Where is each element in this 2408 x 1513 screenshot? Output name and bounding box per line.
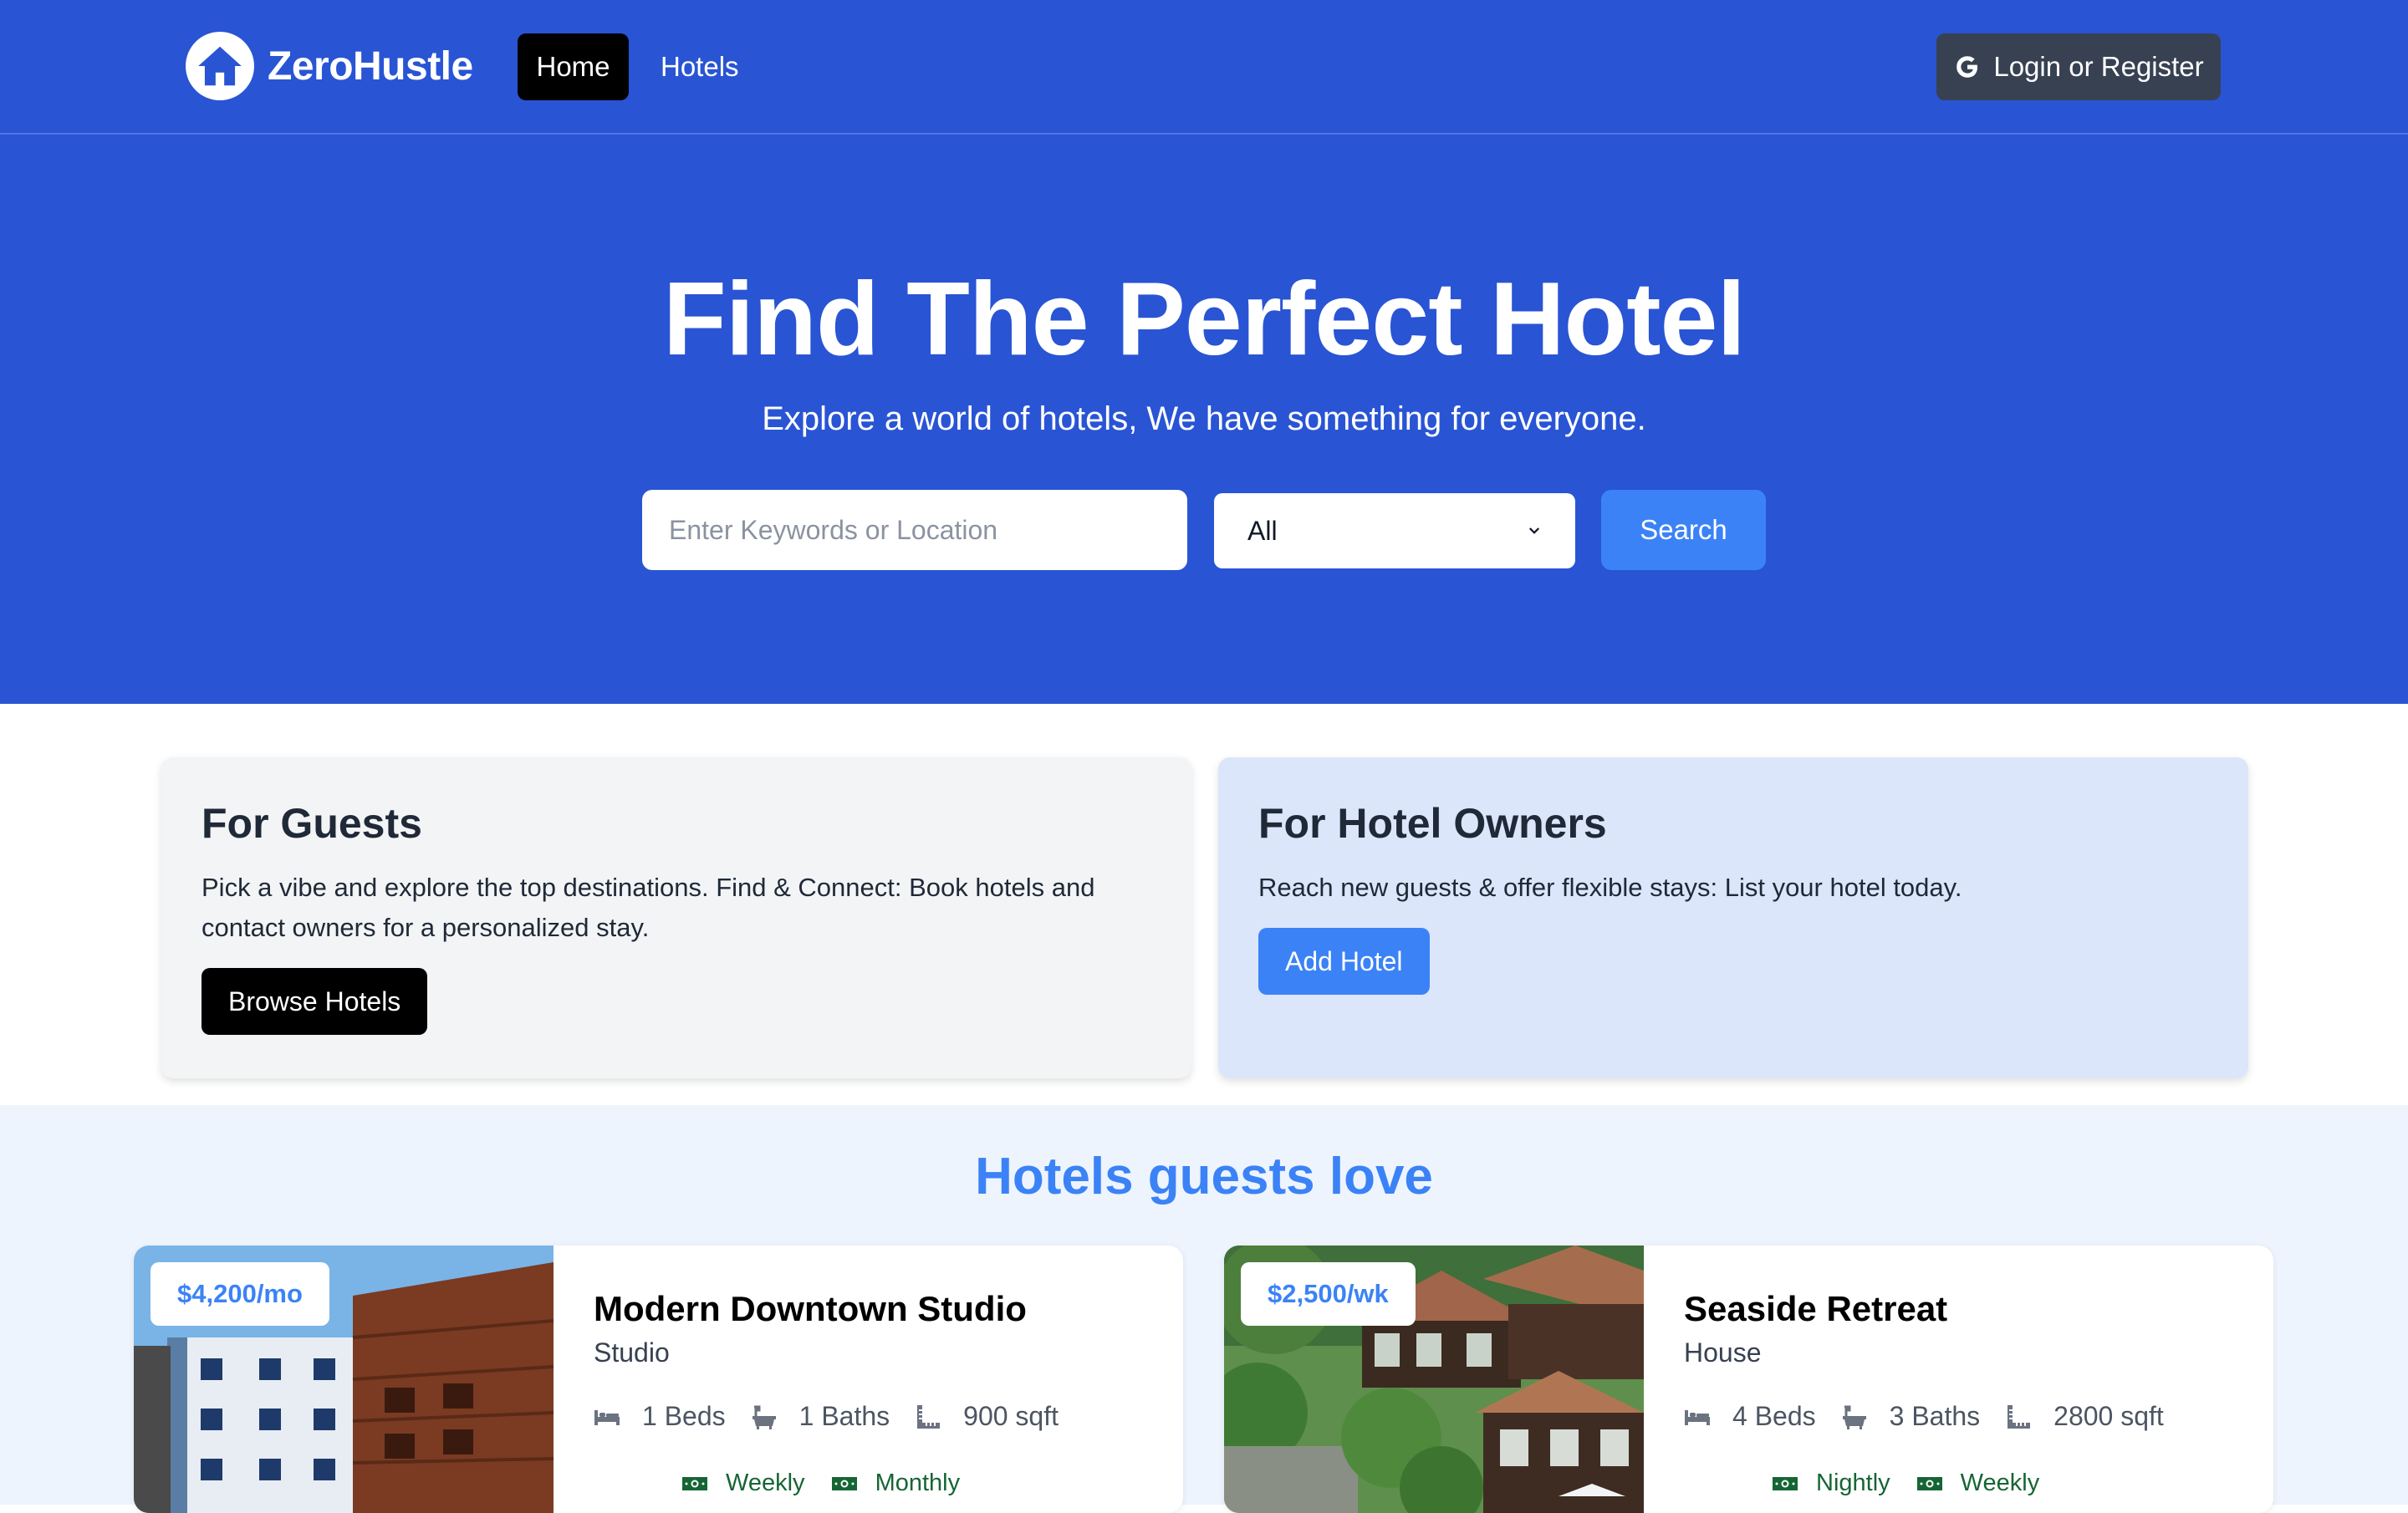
rate-label: Nightly	[1816, 1470, 1890, 1496]
brand-logo[interactable]: ZeroHustle	[186, 32, 473, 100]
rate-label: Weekly	[726, 1470, 805, 1496]
login-label: Login or Register	[1993, 51, 2204, 82]
type-select-value: All	[1247, 515, 1278, 546]
hotel-card[interactable]: $4,200/mo Modern Downtown Studio Studio …	[134, 1246, 1183, 1513]
chevron-down-icon	[1528, 527, 1540, 534]
brand-name: ZeroHustle	[268, 43, 473, 89]
bath-icon	[1842, 1405, 1866, 1429]
money-bill-icon	[682, 1476, 707, 1490]
rate-label: Weekly	[1960, 1470, 2040, 1496]
price-tag: $2,500/wk	[1241, 1262, 1416, 1326]
hero-title: Find The Perfect Hotel	[663, 262, 1746, 377]
featured-title: Hotels guests love	[975, 1148, 1433, 1205]
beds-count: 4 Beds	[1732, 1401, 1816, 1431]
nav-link-home[interactable]: Home	[518, 33, 629, 100]
hotel-type: House	[1684, 1337, 1762, 1368]
owners-card: For Hotel Owners Reach new guests & offe…	[1218, 757, 2248, 1078]
sqft-value: 900 sqft	[963, 1401, 1059, 1431]
ruler-icon	[2008, 1404, 2031, 1429]
owners-card-text: Reach new guests & offer flexible stays:…	[1258, 873, 1962, 902]
beds-count: 1 Beds	[642, 1401, 726, 1431]
hotel-specs: 4 Beds 3 Baths 2800 sqft	[1684, 1401, 2189, 1432]
guests-card: For Guests Pick a vibe and explore the t…	[161, 757, 1191, 1078]
sqft-value: 2800 sqft	[2053, 1401, 2164, 1431]
owners-card-title: For Hotel Owners	[1258, 800, 1607, 847]
guests-card-title: For Guests	[202, 800, 422, 847]
google-icon	[1956, 56, 1978, 78]
hotel-card[interactable]: $2,500/wk Seaside Retreat House 4 Beds 3…	[1224, 1246, 2273, 1513]
add-hotel-button[interactable]: Add Hotel	[1258, 928, 1430, 995]
rate-options: Nightly Weekly	[1773, 1470, 2066, 1497]
featured-section: Hotels guests love $4,200/mo Modern Down…	[0, 1105, 2408, 1513]
hotel-type: Studio	[594, 1337, 670, 1368]
rate-options: Weekly Monthly	[682, 1470, 987, 1497]
hotel-name[interactable]: Modern Downtown Studio	[594, 1289, 1027, 1329]
search-button[interactable]: Search	[1601, 490, 1766, 570]
baths-count: 1 Baths	[798, 1401, 890, 1431]
money-bill-icon	[1916, 1476, 1942, 1490]
bed-icon	[594, 1409, 620, 1425]
money-bill-icon	[831, 1476, 857, 1490]
hero-subtitle: Explore a world of hotels, We have somet…	[762, 400, 1646, 437]
ruler-icon	[917, 1404, 941, 1429]
money-bill-icon	[1773, 1476, 1798, 1490]
guests-card-text: Pick a vibe and explore the top destinat…	[202, 873, 1095, 942]
bath-icon	[752, 1405, 776, 1429]
hotel-name[interactable]: Seaside Retreat	[1684, 1289, 1947, 1329]
price-tag: $4,200/mo	[150, 1262, 329, 1326]
login-register-button[interactable]: Login or Register	[1936, 33, 2221, 100]
nav-link-hotels[interactable]: Hotels	[644, 33, 756, 100]
type-select[interactable]: All	[1214, 493, 1575, 568]
baths-count: 3 Baths	[1889, 1401, 1981, 1431]
hotel-specs: 1 Beds 1 Baths 900 sqft	[594, 1401, 1084, 1432]
hero-section: Find The Perfect Hotel Explore a world o…	[0, 135, 2408, 704]
search-input[interactable]	[642, 490, 1187, 570]
bed-icon	[1685, 1409, 1710, 1425]
navbar: ZeroHustle Home Hotels Login or Register	[0, 0, 2408, 135]
browse-hotels-button[interactable]: Browse Hotels	[202, 968, 428, 1035]
house-icon	[186, 32, 254, 100]
rate-label: Monthly	[875, 1470, 961, 1496]
